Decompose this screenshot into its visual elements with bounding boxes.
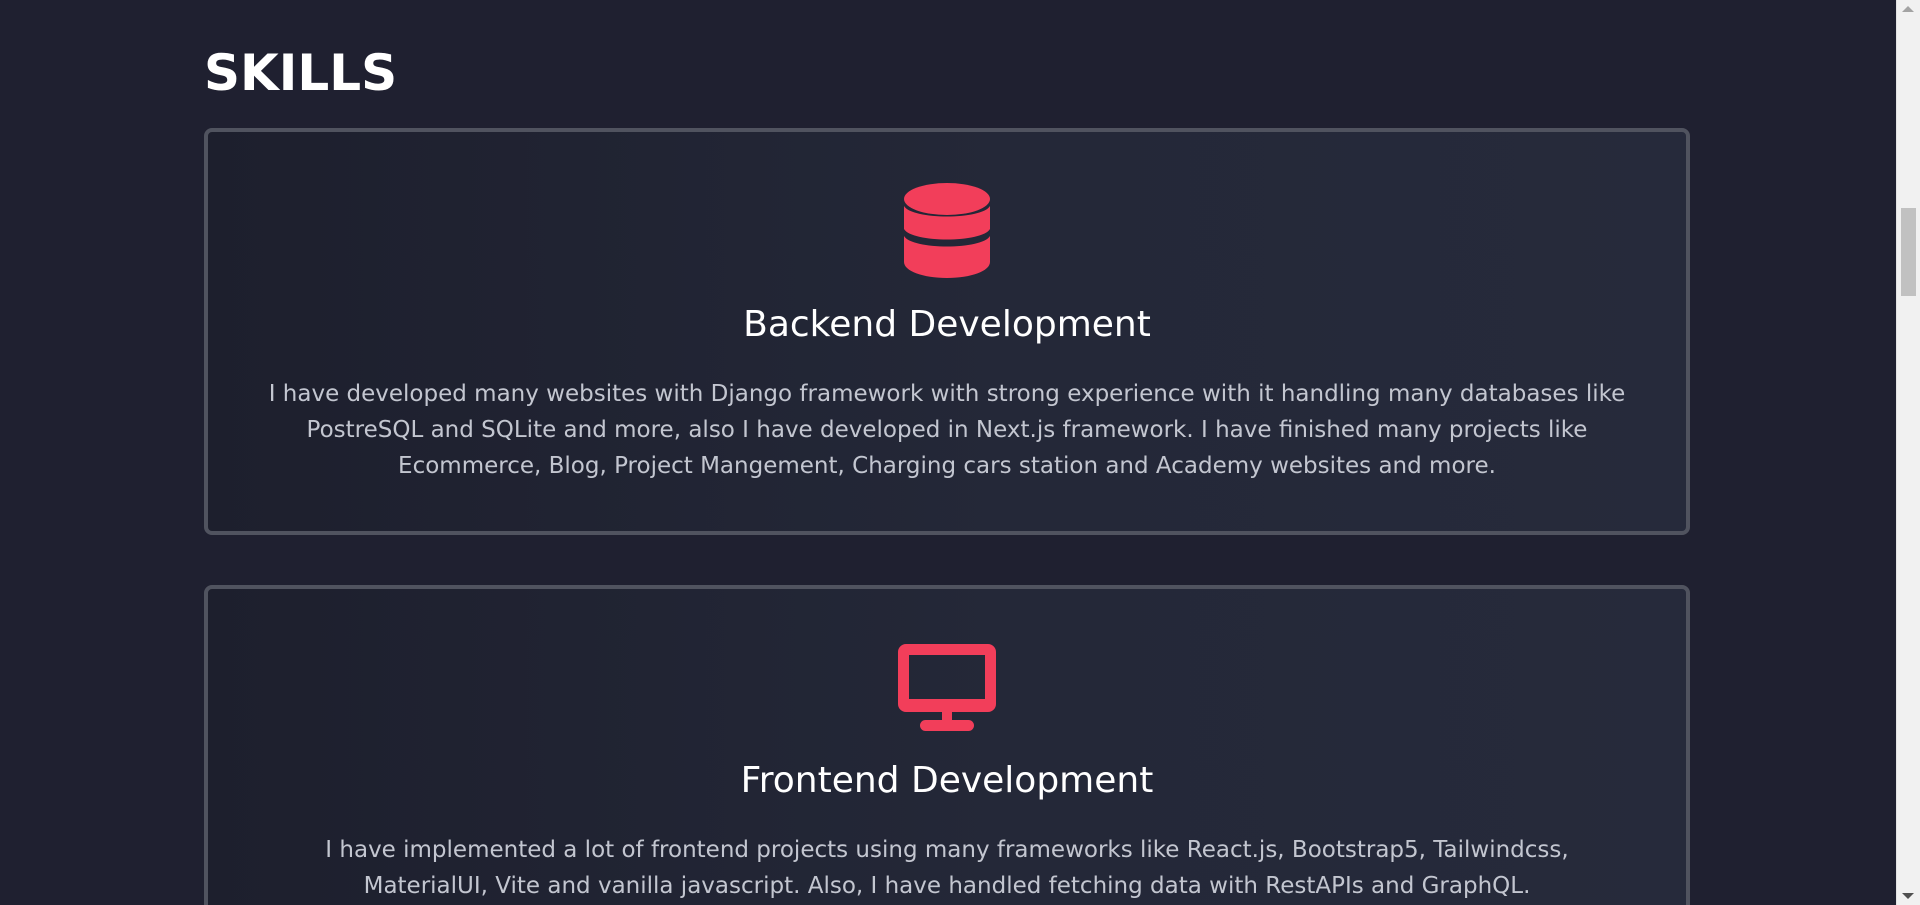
section-title: SKILLS [204, 44, 398, 102]
skill-card-backend: Backend Development I have developed man… [204, 128, 1690, 535]
desktop-monitor-icon [898, 644, 996, 731]
skill-title: Backend Development [743, 304, 1151, 345]
scroll-up-arrow-icon[interactable] [1902, 6, 1914, 12]
vertical-scrollbar[interactable] [1896, 0, 1920, 905]
skill-card-frontend: Frontend Development I have implemented … [204, 585, 1690, 905]
page: SKILLS Backend Development I have develo… [0, 0, 1920, 905]
skill-description: I have developed many websites with Djan… [268, 381, 1626, 479]
scroll-down-arrow-icon[interactable] [1902, 893, 1914, 899]
skill-title: Frontend Development [740, 760, 1154, 801]
database-icon [904, 183, 990, 278]
scrollbar-thumb[interactable] [1901, 208, 1916, 296]
skill-description: I have implemented a lot of frontend pro… [325, 837, 1569, 899]
